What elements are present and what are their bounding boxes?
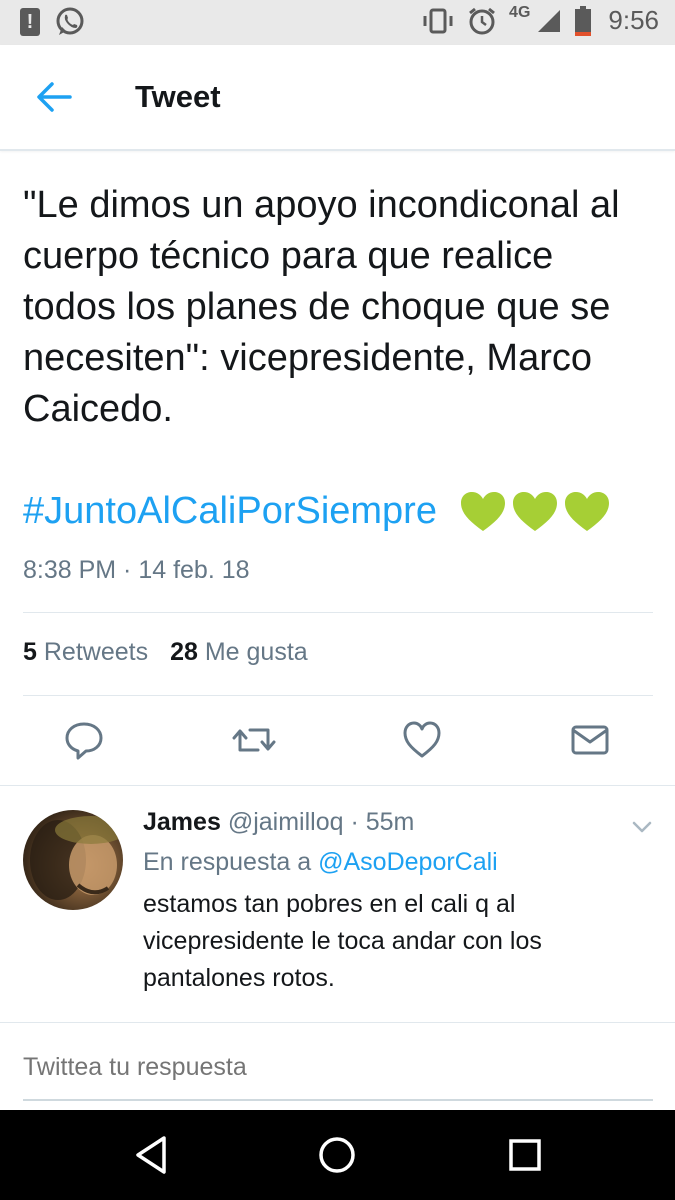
reply-text: estamos tan pobres en el cali q al vicep… [143, 890, 542, 992]
likes-label: Me gusta [204, 638, 308, 666]
retweets-stat[interactable]: 5 Retweets [23, 638, 148, 667]
battery-icon [575, 5, 592, 36]
reply-input[interactable] [23, 1053, 653, 1082]
like-icon[interactable] [402, 718, 442, 762]
back-triangle-icon[interactable] [128, 1132, 174, 1178]
green-heart-icon [460, 491, 505, 531]
reply-author-name[interactable]: James [143, 808, 221, 836]
hashtag-link[interactable]: #JuntoAlCaliPorSiempre [23, 490, 437, 533]
reply-time: 55m [365, 808, 415, 836]
reply-icon[interactable] [64, 718, 104, 762]
header: Tweet [0, 45, 675, 151]
tweet-actions [0, 718, 675, 766]
message-icon[interactable] [570, 718, 610, 762]
reply-tweet[interactable]: James @jaimilloq · 55m En respuesta a @A… [0, 786, 675, 1026]
whatsapp-icon [56, 7, 84, 35]
signal-icon [538, 9, 561, 32]
avatar[interactable] [23, 810, 123, 910]
notification-icon: ! [20, 8, 40, 36]
retweets-count: 5 [23, 638, 37, 666]
status-bar: ! 4G 9:56 [0, 0, 675, 45]
tweet-text: "Le dimos un apoyo incondiconal al cuerp… [23, 184, 620, 430]
tweet-stats: 5 Retweets 28 Me gusta [23, 638, 308, 667]
page-title: Tweet [135, 79, 221, 114]
back-arrow-icon[interactable] [34, 79, 74, 115]
likes-stat[interactable]: 28 Me gusta [170, 638, 308, 667]
recents-square-icon[interactable] [502, 1132, 548, 1178]
clock: 9:56 [608, 5, 659, 35]
reply-separator: · [350, 808, 359, 836]
hashtag-row: #JuntoAlCaliPorSiempre [23, 490, 611, 533]
reply-author-handle[interactable]: @jaimilloq [228, 808, 344, 836]
likes-count: 28 [170, 638, 198, 666]
in-reply-handle-link[interactable]: @AsoDeporCali [318, 848, 498, 876]
alarm-icon [469, 7, 495, 34]
reply-composer [0, 1022, 675, 1111]
in-reply-prefix: En respuesta a [143, 848, 312, 876]
system-nav-bar [0, 1110, 675, 1200]
emoji-group [459, 491, 611, 533]
retweets-label: Retweets [43, 638, 149, 666]
chevron-down-icon[interactable] [631, 816, 653, 838]
retweet-icon[interactable] [232, 718, 276, 762]
green-heart-icon [564, 491, 609, 531]
home-circle-icon[interactable] [314, 1132, 360, 1178]
in-reply-to: En respuesta a @AsoDeporCali [143, 848, 498, 877]
green-heart-icon [512, 491, 557, 531]
divider [23, 612, 653, 613]
input-underline [23, 1099, 653, 1101]
network-type: 4G [509, 3, 531, 21]
tweet-timestamp: 8:38 PM · 14 feb. 18 [23, 556, 250, 584]
avatar-image [30, 816, 123, 900]
reply-header: James @jaimilloq · 55m [143, 808, 414, 837]
vibrate-icon [423, 8, 453, 33]
divider [23, 695, 653, 696]
